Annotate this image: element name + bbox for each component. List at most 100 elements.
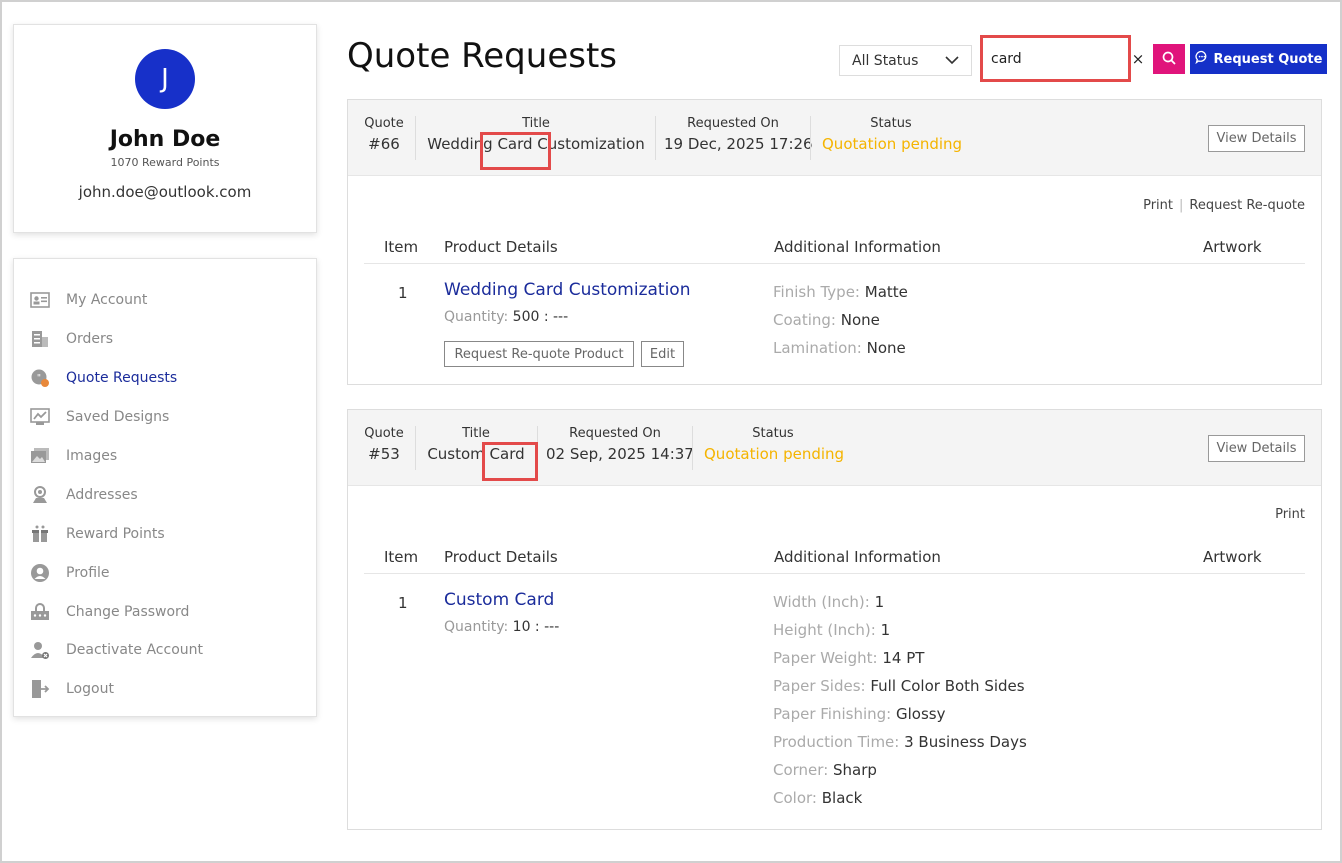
- images-icon: [30, 446, 50, 466]
- quote-number-col: Quote #66: [362, 116, 406, 153]
- col-artwork: Artwork: [1203, 548, 1262, 566]
- product-quantity: Quantity: 10 : ---: [444, 619, 560, 635]
- view-details-button[interactable]: View Details: [1208, 435, 1305, 462]
- col-additional-info: Additional Information: [774, 548, 941, 566]
- search-button[interactable]: [1153, 44, 1185, 74]
- attribute-row: Finish Type: Matte: [773, 283, 908, 301]
- password-icon: [30, 602, 50, 622]
- attribute-row: Height (Inch): 1: [773, 621, 891, 639]
- attribute-row: Paper Sides: Full Color Both Sides: [773, 677, 1025, 695]
- sidebar-item-label: My Account: [66, 292, 148, 309]
- quote-card: Quote #66 Title Wedding Card Customizati…: [347, 99, 1322, 385]
- sidebar-item-my-account[interactable]: My Account: [14, 281, 316, 320]
- sidebar-item-label: Quote Requests: [66, 370, 178, 387]
- user-email: john.doe@outlook.com: [78, 183, 252, 201]
- requested-on-col: Requested On 02 Sep, 2025 14:37: [546, 426, 694, 463]
- sidebar-item-saved-designs[interactable]: Saved Designs: [14, 398, 316, 437]
- attribute-row: Paper Finishing: Glossy: [773, 705, 946, 723]
- sidebar-item-label: Images: [66, 448, 118, 464]
- sidebar-item-label: Reward Points: [66, 525, 165, 542]
- account-menu: My Account Orders " Quote Requests Saved…: [13, 258, 317, 717]
- status-filter-value: All Status: [852, 52, 919, 69]
- items-table-header: Item Product Details Additional Informat…: [364, 540, 1305, 574]
- col-artwork: Artwork: [1203, 238, 1262, 256]
- attribute-row: Color: Black: [773, 789, 863, 807]
- request-quote-button[interactable]: Request Quote: [1190, 44, 1327, 74]
- saved-designs-icon: [30, 407, 50, 427]
- sidebar-item-deactivate-account[interactable]: Deactivate Account: [14, 631, 316, 670]
- status-label: Status: [752, 426, 794, 441]
- sidebar-item-label: Deactivate Account: [66, 642, 203, 659]
- attribute-row: Paper Weight: 14 PT: [773, 649, 925, 667]
- sidebar-item-label: Profile: [66, 564, 110, 581]
- col-item: Item: [384, 548, 419, 566]
- account-card-icon: [30, 290, 50, 310]
- product-name-link[interactable]: Custom Card: [444, 590, 554, 610]
- chevron-down-icon: [945, 53, 959, 69]
- search-match-highlight: [482, 442, 538, 481]
- attribute-row: Corner: Sharp: [773, 761, 877, 779]
- request-requote-product-button[interactable]: Request Re-quote Product: [444, 341, 634, 367]
- col-product-details: Product Details: [444, 238, 558, 256]
- reward-points-label: 1070 Reward Points: [110, 156, 220, 169]
- sidebar-item-label: Logout: [66, 681, 114, 698]
- requested-on-col: Requested On 19 Dec, 2025 17:26: [664, 116, 813, 153]
- status-col: Status Quotation pending: [822, 116, 963, 153]
- quote-label: Quote: [364, 116, 404, 131]
- logout-icon: [30, 679, 50, 699]
- address-pin-icon: [30, 485, 50, 505]
- profile-icon: [30, 563, 50, 583]
- orders-icon: [30, 329, 50, 349]
- quote-actions: Print | Request Re-quote: [1143, 198, 1305, 213]
- chat-bubble-icon: [1194, 50, 1209, 68]
- profile-card: J John Doe 1070 Reward Points john.doe@o…: [13, 24, 317, 233]
- items-table-header: Item Product Details Additional Informat…: [364, 230, 1305, 264]
- search-icon: [1162, 50, 1176, 69]
- sidebar-item-label: Addresses: [66, 486, 138, 503]
- sidebar-item-profile[interactable]: Profile: [14, 553, 316, 592]
- request-requote-link[interactable]: Request Re-quote: [1189, 198, 1305, 213]
- status-col: Status Quotation pending: [704, 426, 845, 463]
- attribute-row: Coating: None: [773, 311, 880, 329]
- requested-on-value: 02 Sep, 2025 14:37: [546, 445, 694, 463]
- sidebar-item-change-password[interactable]: Change Password: [14, 592, 316, 631]
- edit-button[interactable]: Edit: [641, 341, 684, 367]
- sidebar-item-addresses[interactable]: Addresses: [14, 475, 316, 514]
- status-badge: Quotation pending: [822, 135, 963, 153]
- print-link[interactable]: Print: [1143, 198, 1173, 213]
- status-badge: Quotation pending: [704, 445, 845, 463]
- item-number: 1: [398, 594, 408, 612]
- col-product-details: Product Details: [444, 548, 558, 566]
- user-name: John Doe: [109, 127, 221, 152]
- item-number: 1: [398, 284, 408, 302]
- sidebar-item-label: Change Password: [66, 603, 190, 620]
- title-label: Title: [522, 116, 550, 131]
- attribute-row: Width (Inch): 1: [773, 593, 885, 611]
- quote-label: Quote: [364, 426, 404, 441]
- deactivate-user-icon: [30, 640, 50, 660]
- print-link[interactable]: Print: [1275, 507, 1305, 522]
- status-filter-select[interactable]: All Status: [839, 45, 972, 76]
- sidebar-item-reward-points[interactable]: Reward Points: [14, 514, 316, 553]
- requested-on-label: Requested On: [687, 116, 779, 131]
- sidebar-item-orders[interactable]: Orders: [14, 320, 316, 359]
- quote-number: #66: [368, 135, 400, 153]
- search-box: [980, 35, 1131, 82]
- clear-search-button[interactable]: ×: [1129, 48, 1147, 70]
- sidebar-item-logout[interactable]: Logout: [14, 670, 316, 709]
- quote-actions: Print: [1275, 507, 1305, 522]
- svg-text:": ": [37, 374, 41, 384]
- view-details-button[interactable]: View Details: [1208, 125, 1305, 152]
- search-input[interactable]: [983, 38, 1128, 79]
- requested-on-label: Requested On: [569, 426, 661, 441]
- product-name-link[interactable]: Wedding Card Customization: [444, 280, 690, 300]
- quote-number-col: Quote #53: [362, 426, 406, 463]
- avatar: J: [135, 49, 195, 109]
- sidebar-item-images[interactable]: Images: [14, 437, 316, 476]
- request-quote-label: Request Quote: [1213, 51, 1323, 67]
- title-label: Title: [462, 426, 490, 441]
- quote-number: #53: [368, 445, 400, 463]
- search-match-highlight: [480, 132, 551, 170]
- sidebar-item-quote-requests[interactable]: " Quote Requests: [14, 359, 316, 398]
- attribute-row: Lamination: None: [773, 339, 906, 357]
